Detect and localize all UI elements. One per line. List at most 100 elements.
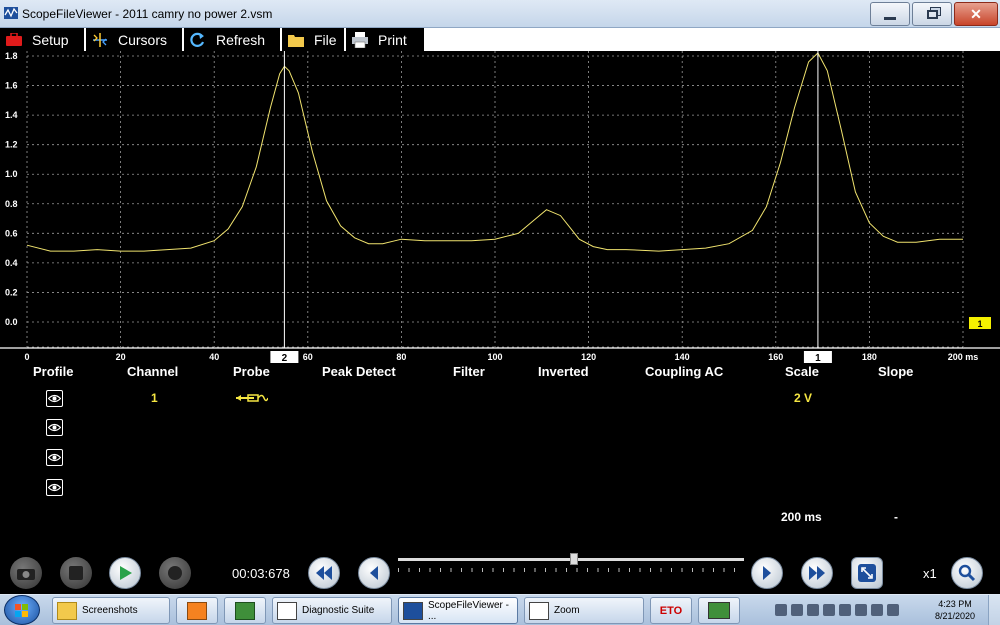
filter-header: Filter (453, 364, 485, 379)
zoom-fit-icon (858, 564, 876, 582)
tray-icon[interactable] (791, 604, 803, 616)
step-forward-button[interactable] (751, 557, 783, 589)
slope-header: Slope (878, 364, 914, 379)
clock-date: 8/21/2020 (934, 611, 976, 621)
channel-1-marker[interactable]: 1 (969, 317, 991, 329)
zoom-level: x1 (923, 566, 937, 581)
show-desktop-button[interactable] (988, 595, 1000, 625)
print-button[interactable]: Print (346, 28, 424, 51)
timebase-value[interactable]: 200 ms (781, 510, 822, 524)
taskbar-item-eto[interactable]: ETO (650, 597, 692, 624)
y-tick-label: 1.8 (5, 51, 18, 61)
probe-header: Probe (233, 364, 270, 379)
zoom-icon (529, 601, 549, 620)
record-button[interactable] (159, 557, 191, 589)
slope-value[interactable]: - (894, 510, 898, 524)
taskbar-item-label: Zoom (554, 605, 580, 616)
magnify-button[interactable] (951, 557, 983, 589)
taskbar-item-diagnostic-suite[interactable]: Diagnostic Suite (272, 597, 392, 624)
toolbar: Setup Cursors Refresh File Print (0, 28, 1000, 51)
stop-icon (69, 566, 83, 580)
profile-eye-icon[interactable] (46, 479, 63, 496)
profile-eye-icon[interactable] (46, 449, 63, 466)
folder-icon (286, 31, 306, 49)
taskbar-item-monitor[interactable] (698, 597, 740, 624)
print-label: Print (378, 31, 407, 48)
taskbar-item-label: ScopeFileViewer - ... (428, 599, 509, 622)
y-tick-label: 0.6 (5, 228, 18, 238)
step-back-icon (370, 566, 378, 580)
start-button[interactable] (4, 595, 40, 625)
taskbar-item-scopefileviewer[interactable]: ScopeFileViewer - ... (398, 597, 518, 624)
refresh-button[interactable]: Refresh (184, 28, 280, 51)
profile-eye-icon[interactable] (46, 390, 63, 407)
tray-icon[interactable] (823, 604, 835, 616)
scope-display[interactable]: 1.8 1.6 1.4 1.2 1.0 0.8 0.6 0.4 0.2 0.0 0 20 40 60 80… (0, 51, 1000, 364)
scope-background (0, 51, 1000, 364)
taskbar-item-app[interactable] (224, 597, 266, 624)
minimize-icon (884, 16, 896, 20)
step-back-button[interactable] (358, 557, 390, 589)
channel-header: Channel (127, 364, 179, 379)
zoom-fit-button[interactable] (851, 557, 883, 589)
clock-time: 4:23 PM (938, 599, 972, 609)
restore-button[interactable] (912, 2, 952, 26)
system-clock[interactable]: 4:23 PM 8/21/2020 (930, 598, 980, 622)
stop-button[interactable] (60, 557, 92, 589)
inverted-header: Inverted (538, 364, 589, 379)
y-tick-label: 1.4 (5, 110, 18, 120)
minimize-button[interactable] (870, 2, 910, 26)
cursors-button[interactable]: Cursors (86, 28, 182, 51)
cursor-label: 2 (282, 353, 288, 364)
volume-icon[interactable] (887, 604, 899, 616)
playback-slider-thumb[interactable] (570, 553, 579, 565)
media-player-icon (187, 601, 207, 620)
cursor-label: 1 (815, 353, 821, 364)
y-tick-label: 1.2 (5, 140, 18, 150)
monitor-icon (708, 602, 730, 619)
close-button[interactable]: ✕ (954, 2, 998, 26)
refresh-icon (188, 31, 208, 49)
taskbar-item-label: Screenshots (82, 605, 138, 616)
file-label: File (314, 31, 337, 48)
scope-icon (403, 601, 423, 620)
setup-button[interactable]: Setup (0, 28, 84, 51)
profile-eye-icon[interactable] (46, 419, 63, 436)
y-tick-label: 1.0 (5, 169, 18, 179)
taskbar-item-screenshots[interactable]: Screenshots (52, 597, 170, 624)
flag-icon[interactable] (855, 604, 867, 616)
x-tick-label: 160 (768, 352, 783, 362)
magnifier-icon (958, 564, 976, 582)
close-icon: ✕ (970, 6, 982, 22)
tray-icon[interactable] (807, 604, 819, 616)
taskbar-item-zoom[interactable]: Zoom (524, 597, 644, 624)
network-icon[interactable] (871, 604, 883, 616)
system-tray (775, 599, 925, 621)
fast-rewind-icon (316, 566, 332, 580)
tray-icon[interactable] (775, 604, 787, 616)
bluetooth-icon[interactable] (839, 604, 851, 616)
probe-icon[interactable] (236, 391, 269, 408)
folder-icon (57, 601, 77, 620)
taskbar-item-label: Diagnostic Suite (302, 605, 375, 616)
y-tick-label: 0.0 (5, 317, 18, 327)
fast-rewind-button[interactable] (308, 557, 340, 589)
cursors-icon (90, 31, 110, 49)
title-bar: ScopeFileViewer - 2011 camry no power 2.… (0, 0, 1000, 28)
fast-forward-icon (809, 566, 825, 580)
scale-value[interactable]: 2 V (794, 391, 812, 405)
taskbar: Screenshots Diagnostic Suite ScopeFileVi… (0, 594, 1000, 625)
x-tick-label: 40 (209, 352, 219, 362)
coupling-header: Coupling AC (645, 364, 724, 379)
channel-number: 1 (151, 391, 158, 405)
fast-forward-button[interactable] (801, 557, 833, 589)
diagnostic-icon (277, 601, 297, 620)
x-tick-label: 200 ms (948, 352, 979, 362)
taskbar-item-media[interactable] (176, 597, 218, 624)
capture-button[interactable] (10, 557, 42, 589)
timecode: 00:03:678 (232, 566, 290, 581)
toolbox-icon (4, 31, 24, 49)
play-button[interactable] (109, 557, 141, 589)
file-button[interactable]: File (282, 28, 344, 51)
printer-icon (350, 31, 370, 49)
